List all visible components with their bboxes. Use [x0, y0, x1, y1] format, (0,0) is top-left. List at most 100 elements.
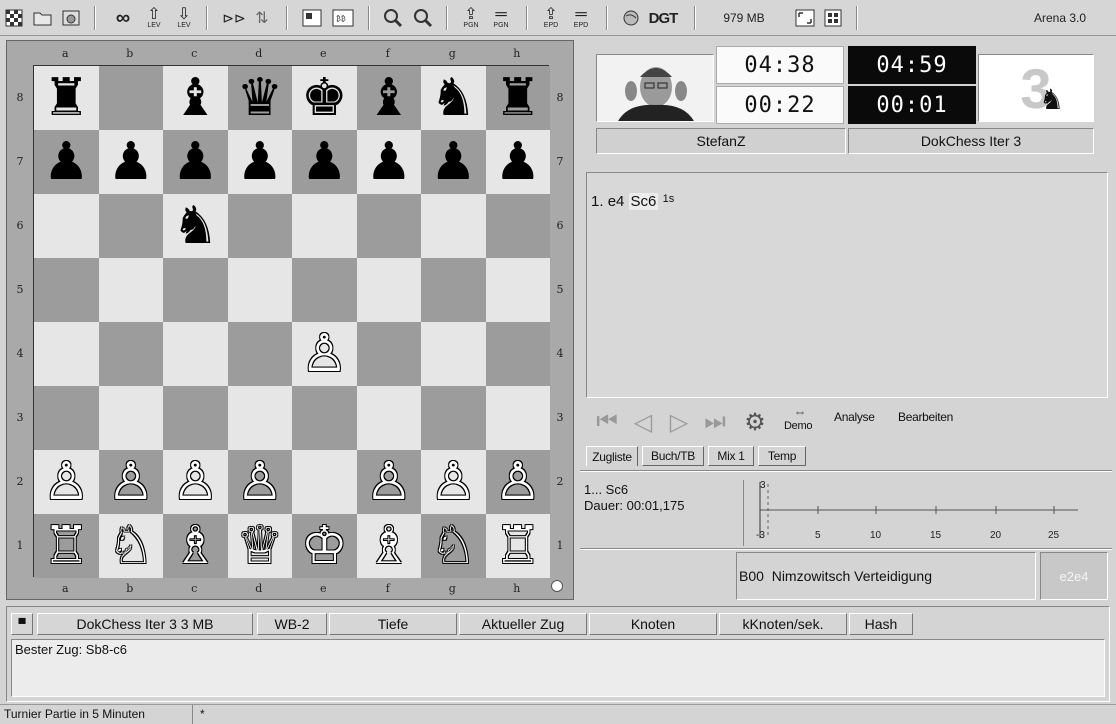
square-h1[interactable]: ♖ — [485, 514, 550, 578]
square-d6[interactable] — [227, 194, 292, 258]
square-b7[interactable]: ♟ — [98, 130, 163, 194]
square-a3[interactable] — [34, 386, 99, 450]
square-b2[interactable]: ♙ — [98, 450, 163, 514]
engine-knps-header[interactable]: kKnoten/sek. — [719, 613, 847, 635]
infinite-analysis-icon[interactable]: ∞ — [110, 5, 136, 31]
piece-g1[interactable]: ♘ — [430, 520, 477, 572]
square-b8[interactable] — [98, 66, 163, 130]
square-e5[interactable] — [292, 258, 357, 322]
piece-h8[interactable]: ♜ — [494, 72, 541, 124]
piece-d1[interactable]: ♕ — [236, 520, 283, 572]
globe-icon[interactable] — [620, 5, 642, 31]
square-e4[interactable]: ♙ — [292, 322, 357, 386]
piece-h1[interactable]: ♖ — [494, 520, 541, 572]
piece-g2[interactable]: ♙ — [430, 456, 477, 508]
piece-e4[interactable]: ♙ — [301, 328, 348, 380]
first-move-icon[interactable]: ⏮ — [592, 406, 622, 438]
square-b3[interactable] — [98, 386, 163, 450]
square-h3[interactable] — [485, 386, 550, 450]
piece-f7[interactable]: ♟ — [365, 136, 412, 188]
square-e6[interactable] — [292, 194, 357, 258]
square-h8[interactable]: ♜ — [485, 66, 550, 130]
tab-buch-tb[interactable]: Buch/TB — [642, 446, 704, 466]
square-h5[interactable] — [485, 258, 550, 322]
notation-view-icon[interactable]: ₿₿ — [330, 5, 356, 31]
square-h2[interactable]: ♙ — [485, 450, 550, 514]
tab-temp[interactable]: Temp — [758, 446, 806, 466]
square-e1[interactable]: ♔ — [292, 514, 357, 578]
square-a5[interactable] — [34, 258, 99, 322]
square-e2[interactable] — [292, 450, 357, 514]
square-c6[interactable]: ♞ — [163, 194, 228, 258]
zoom-out-icon[interactable] — [412, 5, 434, 31]
piece-d8[interactable]: ♛ — [236, 72, 283, 124]
square-f4[interactable] — [356, 322, 421, 386]
piece-c6[interactable]: ♞ — [172, 200, 219, 252]
square-f2[interactable]: ♙ — [356, 450, 421, 514]
piece-f1[interactable]: ♗ — [365, 520, 412, 572]
piece-a2[interactable]: ♙ — [43, 456, 90, 508]
piece-f2[interactable]: ♙ — [365, 456, 412, 508]
piece-h2[interactable]: ♙ — [494, 456, 541, 508]
square-g2[interactable]: ♙ — [421, 450, 486, 514]
chess-board[interactable]: ♜ ♝ ♛ ♚ ♝ ♞ ♜ ♟ ♟ ♟ ♟ ♟ ♟ ♟ ♟ ♞ ♙ ♙ ♙ ♙ ♙ ♙ ♙ ♙ ♖ ♘ ♗ ♕ ♔ ♗ ♘ ♖ — [33, 65, 550, 578]
square-e7[interactable]: ♟ — [292, 130, 357, 194]
piece-c1[interactable]: ♗ — [172, 520, 219, 572]
square-f3[interactable] — [356, 386, 421, 450]
engine-nodes-header[interactable]: Knoten — [589, 613, 717, 635]
engine-window-icon[interactable]: ▀ — [11, 613, 33, 635]
open-folder-icon[interactable] — [32, 5, 54, 31]
square-a4[interactable] — [34, 322, 99, 386]
move-white[interactable]: e4 — [608, 193, 625, 210]
square-a8[interactable]: ♜ — [34, 66, 99, 130]
piece-a1[interactable]: ♖ — [43, 520, 90, 572]
square-g1[interactable]: ♘ — [421, 514, 486, 578]
square-d5[interactable] — [227, 258, 292, 322]
piece-b1[interactable]: ♘ — [107, 520, 154, 572]
square-d8[interactable]: ♛ — [227, 66, 292, 130]
piece-e8[interactable]: ♚ — [301, 72, 348, 124]
square-d3[interactable] — [227, 386, 292, 450]
zoom-in-icon[interactable] — [382, 5, 404, 31]
square-g6[interactable] — [421, 194, 486, 258]
engine-current-move-header[interactable]: Aktueller Zug — [459, 613, 587, 635]
piece-h7[interactable]: ♟ — [494, 136, 541, 188]
square-h7[interactable]: ♟ — [485, 130, 550, 194]
edit-button[interactable]: Bearbeiten — [898, 410, 953, 424]
engine-hash-header[interactable]: Hash — [849, 613, 913, 635]
square-g4[interactable] — [421, 322, 486, 386]
square-a2[interactable]: ♙ — [34, 450, 99, 514]
analyse-button[interactable]: Analyse — [834, 410, 875, 424]
square-c4[interactable] — [163, 322, 228, 386]
piece-g8[interactable]: ♞ — [430, 72, 477, 124]
square-c5[interactable] — [163, 258, 228, 322]
square-f8[interactable]: ♝ — [356, 66, 421, 130]
piece-a7[interactable]: ♟ — [43, 136, 90, 188]
engine-depth-header[interactable]: Tiefe — [329, 613, 457, 635]
piece-d2[interactable]: ♙ — [236, 456, 283, 508]
square-f5[interactable] — [356, 258, 421, 322]
piece-c7[interactable]: ♟ — [172, 136, 219, 188]
square-g5[interactable] — [421, 258, 486, 322]
settings-gear-icon[interactable]: ⚙ — [740, 406, 770, 438]
fullscreen-icon[interactable] — [794, 5, 816, 31]
square-c7[interactable]: ♟ — [163, 130, 228, 194]
square-b5[interactable] — [98, 258, 163, 322]
square-c3[interactable] — [163, 386, 228, 450]
piece-d7[interactable]: ♟ — [236, 136, 283, 188]
level-down-icon[interactable]: ⇩ LEV — [172, 5, 196, 31]
square-b1[interactable]: ♘ — [98, 514, 163, 578]
square-g8[interactable]: ♞ — [421, 66, 486, 130]
square-d1[interactable]: ♕ — [227, 514, 292, 578]
epd-minus-icon[interactable]: ═ EPD — [570, 5, 592, 31]
square-b4[interactable] — [98, 322, 163, 386]
piece-e1[interactable]: ♔ — [301, 520, 348, 572]
square-d7[interactable]: ♟ — [227, 130, 292, 194]
square-g3[interactable] — [421, 386, 486, 450]
level-up-icon[interactable]: ⇧ LEV — [142, 5, 166, 31]
save-icon[interactable] — [60, 5, 82, 31]
tab-mix-1[interactable]: Mix 1 — [708, 446, 754, 466]
square-e8[interactable]: ♚ — [292, 66, 357, 130]
board-view-icon[interactable] — [300, 5, 324, 31]
square-d2[interactable]: ♙ — [227, 450, 292, 514]
